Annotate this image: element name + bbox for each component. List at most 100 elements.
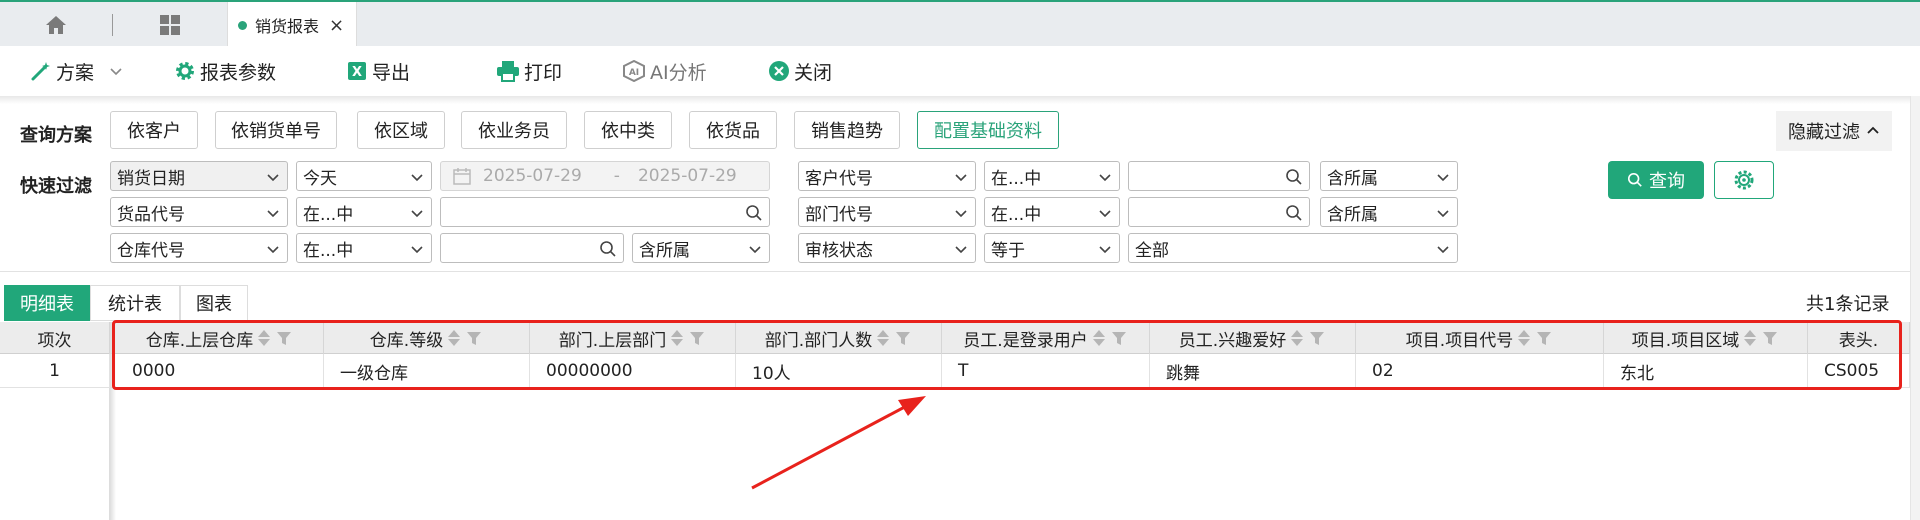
report-params-button[interactable]: 报表参数	[174, 46, 276, 96]
filter-field-department-code[interactable]: 部门代号	[798, 197, 976, 227]
filter-value-label: 全部	[1135, 240, 1169, 261]
filter-operator-select[interactable]: 在...中	[984, 197, 1120, 227]
filter-include-label: 含所属	[639, 240, 690, 261]
ai-analysis-button[interactable]: AI AI分析	[622, 46, 707, 96]
print-label: 打印	[524, 61, 563, 84]
chevron-down-icon	[1437, 210, 1449, 218]
column-header-dept-headcount[interactable]: 部门.部门人数	[736, 322, 942, 354]
column-header-project-region[interactable]: 项目.项目区域	[1604, 322, 1808, 354]
filter-operator-select[interactable]: 在...中	[296, 197, 432, 227]
close-icon[interactable]: ×	[329, 15, 344, 36]
sort-icon[interactable]	[876, 329, 890, 347]
date-from: 2025-07-29	[483, 166, 582, 186]
scheme-by-salesperson[interactable]: 依业务员	[461, 111, 567, 149]
filter-icon[interactable]	[688, 329, 706, 347]
column-header-warehouse-parent[interactable]: 仓库.上层仓库	[116, 322, 324, 354]
sort-icon[interactable]	[1743, 329, 1757, 347]
filter-include-label: 含所属	[1327, 168, 1378, 189]
column-header-project-code[interactable]: 项目.项目代号	[1356, 322, 1604, 354]
sort-icon[interactable]	[1092, 329, 1106, 347]
sort-icon[interactable]	[1517, 329, 1531, 347]
column-header-index[interactable]: 项次	[0, 322, 110, 354]
close-circle-icon	[769, 61, 789, 81]
chevron-down-icon	[1437, 174, 1449, 182]
chevron-down-icon	[955, 246, 967, 254]
scheme-sales-trend[interactable]: 销售趋势	[794, 111, 900, 149]
export-label: 导出	[372, 61, 411, 84]
scheme-by-region[interactable]: 依区域	[357, 111, 445, 149]
column-header-employee-hobby[interactable]: 员工.兴趣爱好	[1150, 322, 1356, 354]
date-to: 2025-07-29	[637, 166, 737, 186]
column-header-warehouse-level[interactable]: 仓库.等级	[324, 322, 530, 354]
chevron-down-icon	[411, 210, 423, 218]
date-range-input[interactable]: 2025-07-29 - 2025-07-29	[440, 161, 770, 191]
gear-icon	[176, 62, 194, 80]
filter-value-input[interactable]	[440, 233, 624, 263]
scheme-by-category[interactable]: 依中类	[584, 111, 672, 149]
close-button[interactable]: 关闭	[768, 46, 832, 96]
export-button[interactable]: X 导出	[346, 46, 410, 96]
home-icon[interactable]	[38, 10, 74, 40]
filter-icon[interactable]	[1535, 329, 1553, 347]
filter-icon[interactable]	[1761, 329, 1779, 347]
toolbar: 方案 报表参数 X 导出 打印 AI AI分析 关闭	[0, 46, 1920, 96]
filter-value-input[interactable]	[1128, 161, 1310, 191]
table-cell: 0000	[116, 354, 324, 388]
scheme-by-order-no[interactable]: 依销货单号	[215, 111, 337, 149]
apps-grid-icon[interactable]	[152, 10, 188, 40]
search-icon[interactable]	[599, 240, 617, 258]
tab-statistics-table[interactable]: 统计表	[90, 285, 180, 321]
scheme-by-product[interactable]: 依货品	[689, 111, 777, 149]
sort-icon[interactable]	[670, 329, 684, 347]
filter-field-sales-date[interactable]: 销货日期	[110, 161, 288, 191]
column-header-label: 表头.	[1838, 330, 1879, 351]
sort-icon[interactable]	[257, 329, 271, 347]
column-header-label: 部门.部门人数	[764, 330, 873, 351]
search-icon[interactable]	[1285, 168, 1303, 186]
filter-icon[interactable]	[1110, 329, 1128, 347]
filter-icon[interactable]	[894, 329, 912, 347]
filter-icon[interactable]	[1308, 329, 1326, 347]
filter-field-product-code[interactable]: 货品代号	[110, 197, 288, 227]
filter-icon[interactable]	[465, 329, 483, 347]
search-icon[interactable]	[1285, 204, 1303, 222]
filter-operator-select[interactable]: 等于	[984, 233, 1120, 263]
search-icon[interactable]	[745, 204, 763, 222]
column-header-header[interactable]: 表头.	[1808, 322, 1910, 354]
query-button[interactable]: 查询	[1608, 161, 1704, 199]
table-header: 项次 仓库.上层仓库 仓库.等级 部门.上层部门 部门.部门人数 员工.是登录用户 员工.…	[0, 322, 1910, 354]
table-cell: 一级仓库	[324, 354, 530, 388]
filter-value-input[interactable]	[440, 197, 770, 227]
filter-value-select[interactable]: 全部	[1128, 233, 1458, 263]
calendar-icon	[453, 168, 471, 185]
column-header-dept-parent[interactable]: 部门.上层部门	[530, 322, 736, 354]
table-row[interactable]: 1 0000 一级仓库 00000000 10人 T 跳舞 02 东北 CS005	[0, 354, 1910, 388]
filter-operator-select[interactable]: 在...中	[296, 233, 432, 263]
scheme-by-customer[interactable]: 依客户	[110, 111, 198, 149]
filter-value-input[interactable]	[1128, 197, 1310, 227]
filter-field-customer-code[interactable]: 客户代号	[798, 161, 976, 191]
vertical-scrollbar[interactable]	[1910, 96, 1920, 520]
print-button[interactable]: 打印	[496, 46, 562, 96]
filter-icon[interactable]	[275, 329, 293, 347]
chevron-down-icon	[110, 68, 122, 76]
filter-field-audit-status[interactable]: 审核状态	[798, 233, 976, 263]
sort-icon[interactable]	[447, 329, 461, 347]
tab-detail-table[interactable]: 明细表	[4, 285, 90, 321]
tab-sales-report[interactable]: 销货报表 ×	[227, 2, 357, 48]
filter-include-select[interactable]: 含所属	[1320, 197, 1458, 227]
filter-include-select[interactable]: 含所属	[1320, 161, 1458, 191]
filter-period-select[interactable]: 今天	[296, 161, 432, 191]
config-base-data-button[interactable]: 配置基础资料	[917, 111, 1059, 149]
filter-operator-select[interactable]: 在...中	[984, 161, 1120, 191]
query-settings-button[interactable]	[1714, 161, 1774, 199]
filter-include-select[interactable]: 含所属	[632, 233, 770, 263]
row-index: 1	[0, 354, 110, 388]
filter-field-warehouse-code[interactable]: 仓库代号	[110, 233, 288, 263]
sort-icon[interactable]	[1290, 329, 1304, 347]
svg-text:AI: AI	[629, 68, 639, 78]
scheme-button[interactable]: 方案	[30, 46, 128, 96]
tab-chart[interactable]: 图表	[180, 285, 248, 321]
column-header-employee-is-login-user[interactable]: 员工.是登录用户	[942, 322, 1150, 354]
hide-filter-button[interactable]: 隐藏过滤	[1776, 111, 1892, 151]
